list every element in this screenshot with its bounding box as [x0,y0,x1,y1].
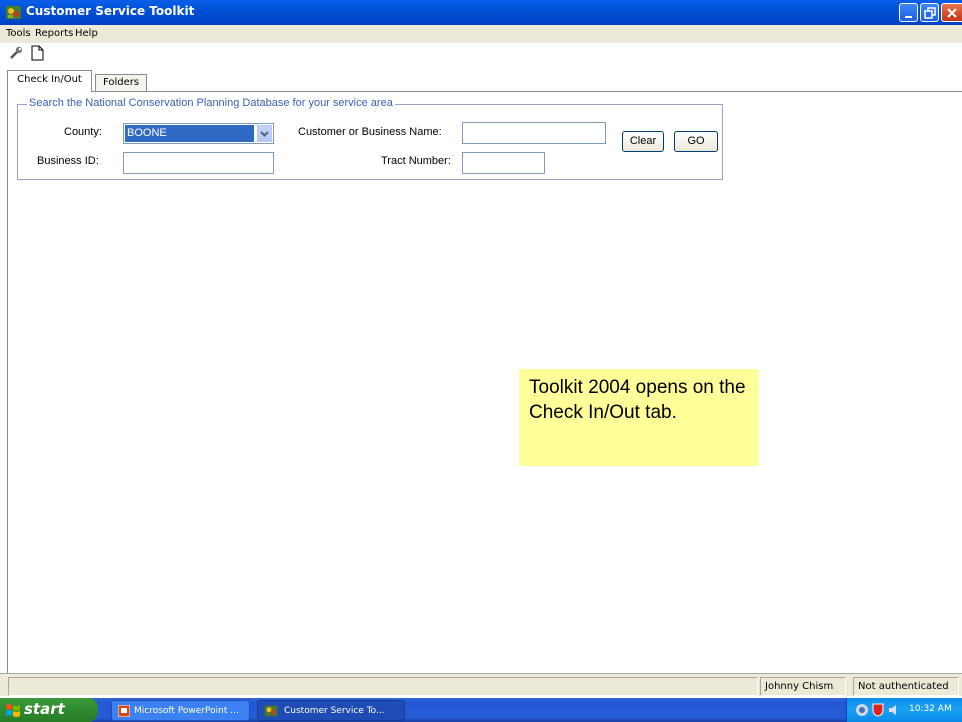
minimize-button[interactable] [899,3,918,22]
status-bar: Johnny Chism Not authenticated [0,673,962,696]
status-auth: Not authenticated [853,677,959,696]
tract-number-label: Tract Number: [381,155,451,167]
tab-folders[interactable]: Folders [95,74,147,91]
annotation-callout: Toolkit 2004 opens on the Check In/Out t… [519,369,759,466]
toolkit-app-icon [264,705,278,717]
chevron-down-icon [260,131,269,137]
business-id-label: Business ID: [37,155,99,167]
taskbar-item-powerpoint[interactable]: Microsoft PowerPoint ... [111,700,250,721]
customer-name-label: Customer or Business Name: [298,126,442,138]
tab-check-in-out[interactable]: Check In/Out [7,70,92,92]
taskbar-item-customer-service[interactable]: Customer Service To... [257,700,405,721]
customer-name-input[interactable] [462,122,606,144]
speaker-icon[interactable] [887,703,901,717]
toolkit-app-icon [6,6,21,19]
toolbar [0,43,962,63]
taskbar-item-label: Customer Service To... [284,706,385,716]
start-label: start [24,700,65,718]
tab-panel-border [7,91,8,673]
system-tray: 10:32 AM [846,698,962,722]
status-user: Johnny Chism [760,677,846,696]
minimize-icon [905,16,912,18]
menu-tools[interactable]: Tools [6,28,31,39]
clock[interactable]: 10:32 AM [909,704,952,714]
network-icon[interactable] [855,703,869,717]
wrench-icon[interactable] [9,46,25,60]
search-group-legend: Search the National Conservation Plannin… [27,97,395,109]
title-bar[interactable]: Customer Service Toolkit [0,0,962,25]
menu-bar: Tools Reports Help [0,25,962,43]
close-button[interactable] [941,3,962,22]
clear-button[interactable]: Clear [622,131,664,152]
restore-icon [924,7,936,19]
close-icon [947,8,957,18]
powerpoint-icon [118,705,130,717]
windows-logo-icon [6,704,20,717]
new-document-icon[interactable] [31,45,44,61]
restore-button[interactable] [920,3,939,22]
taskbar-item-label: Microsoft PowerPoint ... [134,706,239,716]
start-button[interactable]: start [0,698,98,722]
status-pane-main [8,677,758,696]
county-label: County: [64,126,102,138]
county-dropdown-button[interactable] [257,125,272,142]
county-select[interactable]: BOONE [123,123,274,144]
menu-help[interactable]: Help [75,28,98,39]
menu-reports[interactable]: Reports [35,28,73,39]
taskbar: start Microsoft PowerPoint ... Customer … [0,698,962,722]
business-id-input[interactable] [123,152,274,174]
tab-divider [7,91,962,92]
county-selected-value: BOONE [125,125,254,142]
window-title: Customer Service Toolkit [26,4,195,18]
shield-icon[interactable] [872,703,884,717]
go-button[interactable]: GO [674,131,718,152]
tract-number-input[interactable] [462,152,545,174]
